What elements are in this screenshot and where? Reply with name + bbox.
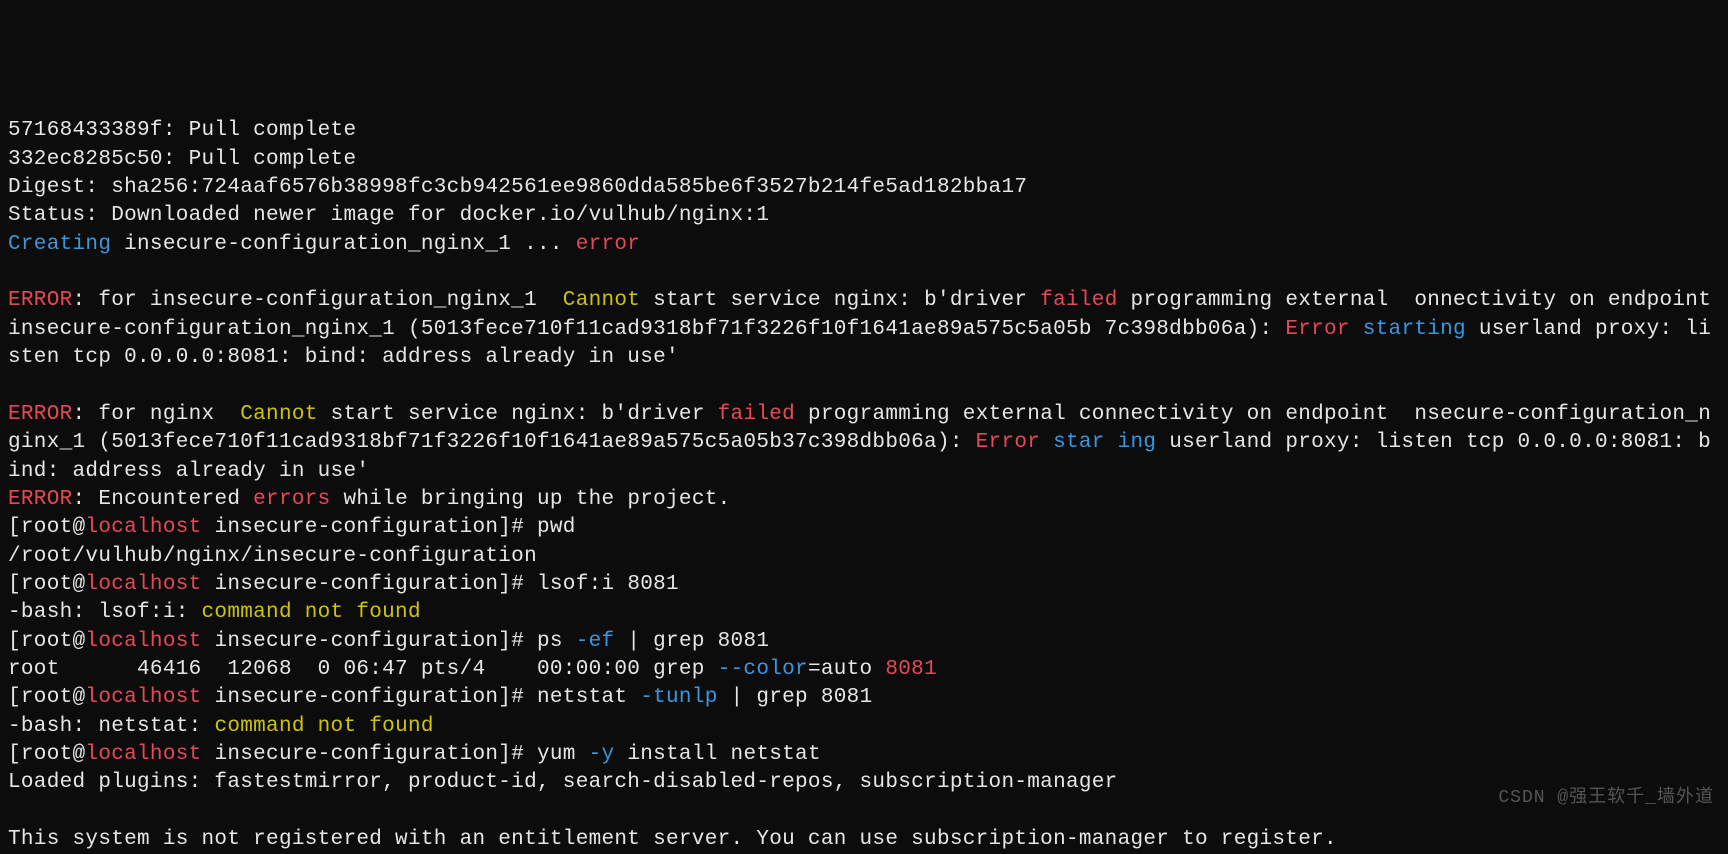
error-label: ERROR [8,403,73,426]
prompt-host: localhost [85,743,201,766]
cannot-word: Cannot [240,403,317,426]
prompt-host: localhost [85,686,201,709]
color-flag: --color [718,658,808,681]
entitlement-msg: This system is not registered with an en… [8,828,1221,851]
creating-error: error [576,233,641,256]
cmd-yum[interactable]: yum [537,743,589,766]
watermark: CSDN @强王软千_墙外道 [1498,786,1714,810]
error-word: Error [1285,318,1350,341]
prompt-host: localhost [85,630,201,653]
lsof-output: -bash: lsof:i: [8,601,202,624]
not-found: command not found [214,715,433,738]
flag-ef[interactable]: -ef [576,630,615,653]
creating-label: Creating [8,233,111,256]
cmd-install[interactable]: install netstat [614,743,820,766]
cmd-pwd[interactable]: pwd [537,516,576,539]
error-text: start service nginx: b'driver [318,403,718,426]
pull-line-2: 332ec8285c50: Pull complete [8,148,356,171]
prompt-user: [root@ [8,573,85,596]
prompt-path: insecure-configuration]# [202,743,537,766]
pwd-output: /root/vulhub/nginx/insecure-configuratio… [8,545,537,568]
error-text: while bringing up the project. [331,488,731,511]
match-8081: 8081 [885,658,937,681]
ps-output: root 46416 12068 0 06:47 pts/4 00:00:00 … [8,658,718,681]
failed-word: failed [718,403,795,426]
space [1040,431,1053,454]
prompt-user: [root@ [8,630,85,653]
pull-line-1: 57168433389f: Pull complete [8,119,356,142]
terminal-output: 57168433389f: Pull complete 332ec8285c50… [8,119,1724,851]
prompt-host: localhost [85,573,201,596]
prompt-user: [root@ [8,516,85,539]
flag-tunlp[interactable]: -tunlp [640,686,717,709]
cmd-grep[interactable]: | grep 8081 [614,630,769,653]
error-word: Error [976,431,1041,454]
creating-target: insecure-configuration_nginx_1 ... [111,233,575,256]
prompt-user: [root@ [8,686,85,709]
cannot-word: Cannot [563,289,640,312]
prompt-path: insecure-configuration]# [202,630,537,653]
error-label: ERROR [8,488,73,511]
ps-output: =auto [808,658,885,681]
prompt-path: insecure-configuration]# [202,573,537,596]
prompt-host: localhost [85,516,201,539]
starting-word: starting [1363,318,1466,341]
starting-word: star ing [1053,431,1156,454]
netstat-output: -bash: netstat: [8,715,214,738]
cmd-lsof[interactable]: lsof:i 8081 [537,573,679,596]
failed-word: failed [1040,289,1117,312]
error-text: : for nginx [73,403,241,426]
cmd-netstat[interactable]: netstat [537,686,640,709]
prompt-path: insecure-configuration]# [202,516,537,539]
not-found: command not found [202,601,421,624]
errors-word: errors [253,488,330,511]
error-label: ERROR [8,289,73,312]
error-text: : Encountered [73,488,254,511]
error-text: start service nginx: b'driver [640,289,1040,312]
entitlement-tail: register. [1221,828,1337,851]
cmd-ps[interactable]: ps [537,630,576,653]
status-line: Status: Downloaded newer image for docke… [8,204,769,227]
digest-line: Digest: sha256:724aaf6576b38998fc3cb9425… [8,176,1027,199]
yum-output: Loaded plugins: fastestmirror, product-i… [8,771,1118,794]
prompt-user: [root@ [8,743,85,766]
prompt-path: insecure-configuration]# [202,686,537,709]
error-text: : for insecure-configuration_nginx_1 [73,289,563,312]
flag-y[interactable]: -y [589,743,615,766]
cmd-grep[interactable]: | grep 8081 [718,686,873,709]
space [1350,318,1363,341]
